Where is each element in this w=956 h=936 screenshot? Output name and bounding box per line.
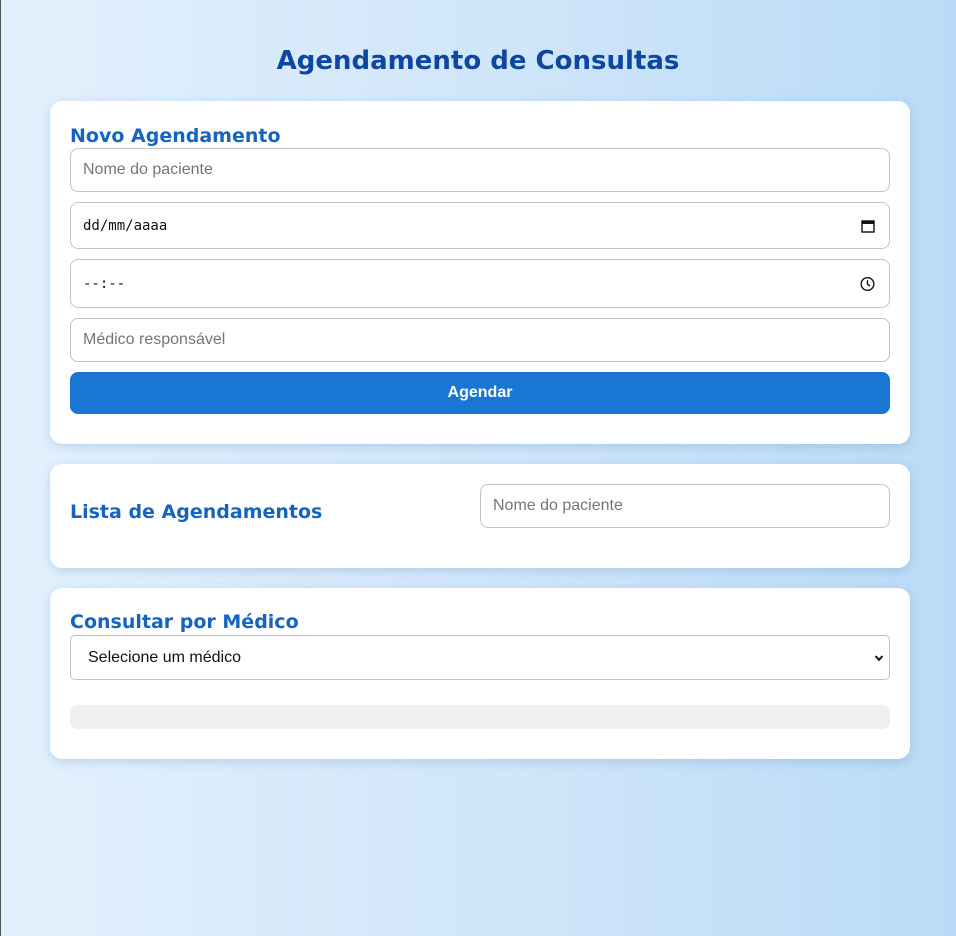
doctor-query-card: Consultar por Médico Selecione um médico [50, 588, 910, 759]
schedule-button[interactable]: Agendar [70, 372, 890, 414]
doctor-select-value: Selecione um médico [88, 648, 241, 666]
window-left-border [0, 0, 1, 936]
patient-search-placeholder: Nome do paciente [493, 497, 623, 514]
doctor-input[interactable]: Médico responsável [70, 318, 890, 362]
patient-search-input[interactable]: Nome do paciente [480, 484, 890, 528]
date-placeholder: dd/mm/aaaa [83, 217, 168, 234]
patient-name-placeholder: Nome do paciente [83, 161, 213, 178]
doctor-query-title: Consultar por Médico [70, 611, 299, 633]
time-placeholder: --:-- [83, 275, 126, 292]
doctor-results-area [70, 705, 890, 729]
new-appointment-card: Novo Agendamento Nome do paciente dd/mm/… [50, 101, 910, 444]
doctor-placeholder: Médico responsável [83, 331, 226, 348]
patient-name-input[interactable]: Nome do paciente [70, 148, 890, 192]
clock-icon[interactable] [860, 276, 875, 291]
appointment-list-card: Lista de Agendamentos Nome do paciente [50, 464, 910, 568]
new-appointment-title: Novo Agendamento [70, 125, 281, 147]
date-input[interactable]: dd/mm/aaaa [70, 202, 890, 249]
page-title: Agendamento de Consultas [276, 46, 680, 76]
time-input[interactable]: --:-- [70, 259, 890, 308]
calendar-icon[interactable] [861, 219, 875, 233]
doctor-select[interactable]: Selecione um médico [70, 635, 890, 680]
appointment-list-title: Lista de Agendamentos [70, 501, 323, 523]
chevron-down-icon [873, 652, 885, 664]
